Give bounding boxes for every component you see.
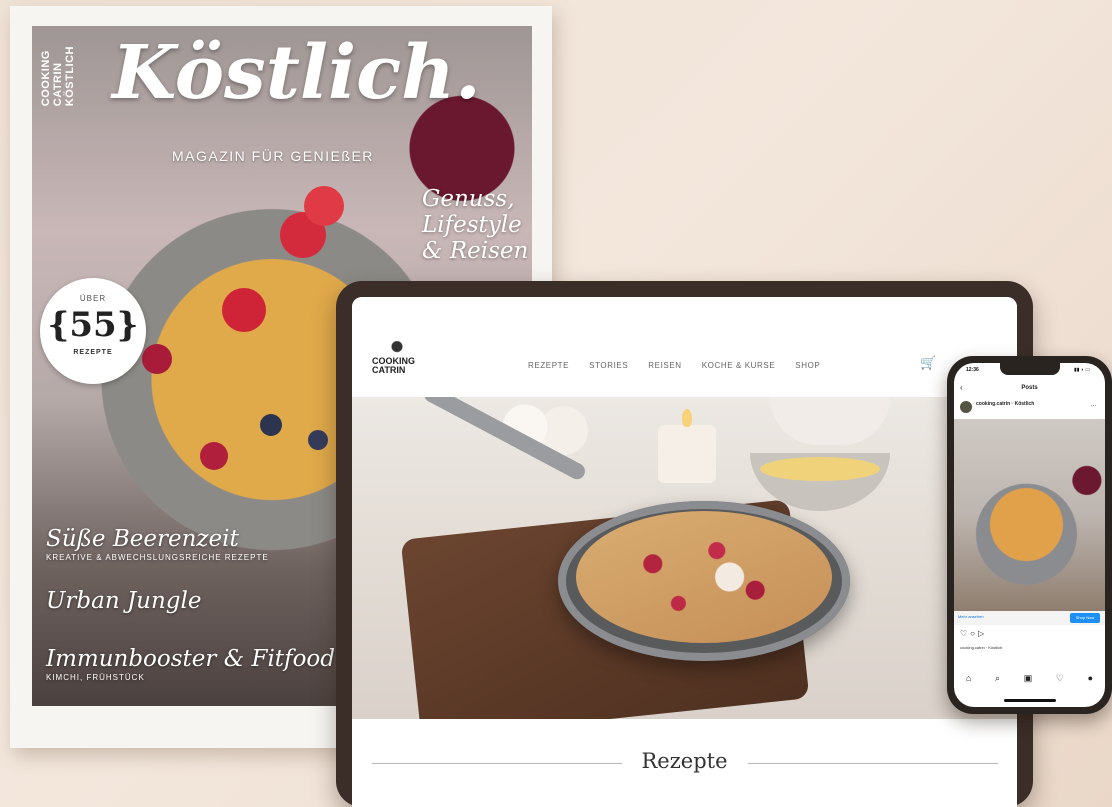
cover-line-title: Urban Jungle xyxy=(46,588,202,614)
headline-line: & Reisen xyxy=(422,238,529,264)
kaiserschmarrn xyxy=(576,511,832,643)
logo-mark-icon xyxy=(386,341,408,355)
more-icon[interactable]: … xyxy=(1090,401,1097,408)
post-actions: ♡○▷ xyxy=(960,629,987,638)
website-screen: COOKING CATRIN REZEPTE STORIES REISEN KO… xyxy=(352,297,1017,807)
headline-line: Lifestyle xyxy=(422,212,522,238)
search-icon[interactable]: ⌕ xyxy=(995,673,1000,684)
post-photo[interactable] xyxy=(954,419,1105,611)
avatar[interactable] xyxy=(960,401,972,413)
hero-image xyxy=(352,397,1017,719)
nav-item-stories[interactable]: STORIES xyxy=(589,361,628,370)
shop-now-button[interactable]: Shop Now xyxy=(1070,613,1100,623)
magazine-headline: Genuss, Lifestyle & Reisen xyxy=(422,186,532,264)
comment-icon[interactable]: ○ xyxy=(970,629,978,638)
activity-icon[interactable]: ♡ xyxy=(1056,673,1064,684)
logo-line: CATRIN xyxy=(372,365,406,375)
username[interactable]: cooking.catrin · Köstlich xyxy=(976,401,1034,407)
profile-icon[interactable]: ● xyxy=(1088,673,1093,684)
badge-number: {55} xyxy=(47,305,139,345)
heart-icon[interactable]: ♡ xyxy=(960,629,970,638)
cover-line-immunbooster: Immunbooster & Fitfood KIMCHI, FRÜHSTÜCK xyxy=(46,646,335,682)
headline-line: Genuss, xyxy=(422,186,515,212)
nav-item-rezepte[interactable]: REZEPTE xyxy=(528,361,569,370)
post-caption: cooking.catrin · Köstlich xyxy=(960,645,1003,650)
candle-flame xyxy=(682,409,692,427)
site-logo[interactable]: COOKING CATRIN xyxy=(372,341,436,383)
cover-line-title: Immunbooster & Fitfood xyxy=(46,646,335,672)
shop-cta-bar: Mehr ansehen Shop Now xyxy=(954,611,1105,625)
blueberry xyxy=(260,414,282,436)
nav-item-shop[interactable]: SHOP xyxy=(795,361,820,370)
section-title: Rezepte xyxy=(641,749,728,773)
badge-top: ÜBER xyxy=(79,294,107,303)
phone-device: 12:36 ▮▮ ◗ ▭ ‹ Posts cooking.catrin · Kö… xyxy=(947,356,1112,714)
screen-title: Posts xyxy=(1021,385,1038,391)
strawberry xyxy=(304,186,344,226)
candle xyxy=(658,425,716,483)
strawberry xyxy=(222,288,266,332)
cup xyxy=(770,397,890,445)
share-icon[interactable]: ▷ xyxy=(978,629,987,638)
brand-line: CATRIN xyxy=(52,62,64,107)
tab-bar: ⌂ ⌕ ▣ ♡ ● xyxy=(954,673,1105,684)
main-nav: REZEPTE STORIES REISEN KOCHE & KURSE SHO… xyxy=(528,361,820,370)
magazine-subtitle: MAGAZIN FÜR GENIEßER xyxy=(172,148,374,164)
recipe-count-badge: ÜBER {55} REZEPTE xyxy=(40,278,146,384)
home-icon[interactable]: ⌂ xyxy=(966,673,971,684)
instagram-screen: 12:36 ▮▮ ◗ ▭ ‹ Posts cooking.catrin · Kö… xyxy=(954,363,1105,707)
nav-item-reisen[interactable]: REISEN xyxy=(648,361,681,370)
cta-text[interactable]: Mehr ansehen xyxy=(958,614,984,619)
site-header: COOKING CATRIN REZEPTE STORIES REISEN KO… xyxy=(352,297,1017,397)
cover-line-sub: KREATIVE & ABWECHSLUNGSREICHE REZEPTE xyxy=(46,553,269,562)
brand-line: COOKING xyxy=(40,50,52,107)
reels-icon[interactable]: ▣ xyxy=(1024,673,1033,684)
cover-line-berries: Süße Beerenzeit KREATIVE & ABWECHSLUNGSR… xyxy=(46,526,269,562)
badge-label: REZEPTE xyxy=(73,349,113,356)
home-indicator xyxy=(1004,699,1056,702)
tablet-device: COOKING CATRIN REZEPTE STORIES REISEN KO… xyxy=(336,281,1033,807)
status-icons: ▮▮ ◗ ▭ xyxy=(1074,367,1091,373)
nav-item-kochen-kurse[interactable]: KOCHE & KURSE xyxy=(702,361,776,370)
cover-line-jungle: Urban Jungle xyxy=(46,588,201,614)
magazine-title: Köstlich. xyxy=(112,30,481,116)
cart-icon[interactable]: 🛒 xyxy=(920,355,936,371)
brand-line: KÖSTLICH xyxy=(64,46,76,107)
raspberry xyxy=(200,442,228,470)
divider-right xyxy=(748,763,998,764)
rezepte-section: Rezepte xyxy=(352,719,1017,807)
magazine-brand: COOKING CATRIN KÖSTLICH xyxy=(40,46,76,106)
cover-line-sub: KIMCHI, FRÜHSTÜCK xyxy=(46,673,145,682)
raspberry xyxy=(142,344,172,374)
blueberry xyxy=(308,430,328,450)
vanilla-sauce xyxy=(760,457,880,481)
status-time: 12:36 xyxy=(966,367,979,373)
cover-line-title: Süße Beerenzeit xyxy=(46,526,239,552)
phone-notch xyxy=(1000,363,1060,375)
